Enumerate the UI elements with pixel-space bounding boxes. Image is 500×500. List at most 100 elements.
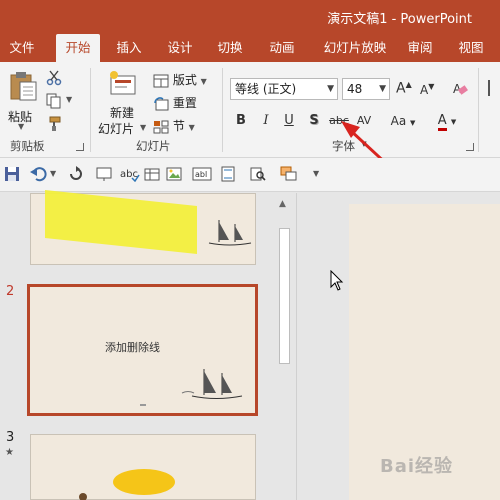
font-group-label: 字体 — [332, 139, 355, 153]
font-color-button[interactable]: A ▼ — [434, 110, 460, 132]
slide-number-2: 2 — [6, 284, 15, 299]
clipboard-launcher-icon[interactable] — [76, 143, 84, 151]
redo-icon[interactable] — [68, 166, 84, 182]
paragraph-align-icon[interactable] — [488, 80, 500, 96]
shadow-button[interactable]: S — [306, 110, 322, 132]
save-icon[interactable] — [4, 166, 20, 182]
chevron-down-icon: ▼ — [410, 119, 416, 127]
layout-label: 版式 — [172, 73, 197, 87]
chevron-down-icon: ▼ — [188, 123, 195, 132]
tab-file[interactable]: 文件 — [4, 34, 40, 62]
header-footer-icon[interactable] — [220, 166, 236, 182]
yellow-banner-image — [45, 190, 197, 254]
font-color-label: A — [437, 113, 447, 131]
slide-thumbnail-2[interactable]: 添加删除线 — [27, 284, 258, 416]
character-spacing-label: AV — [356, 114, 372, 127]
tab-review[interactable]: 审阅 — [402, 34, 438, 62]
group-divider — [478, 68, 479, 152]
change-case-label: Aa — [390, 114, 407, 128]
tab-design[interactable]: 设计 — [162, 34, 198, 62]
undo-icon[interactable] — [30, 166, 48, 182]
chevron-down-icon: ▼ — [18, 122, 25, 131]
yellow-speech-bubble — [113, 469, 175, 495]
chevron-down-icon: ▼ — [361, 140, 367, 148]
ribbon-home: 粘贴 ▼ ▼ 剪贴板 新建 幻灯片 ▼ 版式 ▼ 重置 节 ▼ 幻灯片 等线 (… — [0, 62, 500, 158]
decrease-font-size-button[interactable]: A▼ — [420, 82, 434, 97]
new-slide-label-2: 幻灯片 — [98, 122, 135, 136]
reset-icon — [154, 96, 169, 110]
group-divider — [222, 68, 223, 152]
font-name-combo[interactable]: 等线 (正文) ▼ — [230, 78, 338, 100]
spelling-icon[interactable]: abc — [120, 166, 140, 182]
strikethrough-button[interactable]: abc — [328, 110, 350, 132]
svg-text:abc: abc — [120, 169, 138, 180]
insert-table-icon[interactable] — [144, 166, 160, 182]
reset-label: 重置 — [172, 96, 197, 110]
tab-transitions[interactable]: 切换 — [212, 34, 248, 62]
find-icon[interactable] — [250, 166, 266, 182]
font-name-value: 等线 (正文) — [235, 82, 297, 96]
section-button[interactable]: 节 ▼ — [153, 116, 195, 136]
section-icon — [153, 120, 169, 133]
chevron-down-icon: ▼ — [450, 118, 457, 126]
new-slide-button[interactable]: 新建 幻灯片 ▼ — [98, 68, 150, 136]
scroll-up-icon[interactable]: ▲ — [279, 199, 286, 209]
slide-thumbnail-3[interactable] — [30, 434, 256, 500]
ink-boat-icon — [181, 369, 243, 399]
tab-view[interactable]: 视图 — [452, 34, 490, 62]
italic-button[interactable]: I — [258, 110, 274, 132]
group-divider — [90, 68, 91, 152]
ribbon-tabs: 文件 开始 插入 设计 切换 动画 幻灯片放映 审阅 视图 — [0, 34, 500, 62]
reset-button[interactable]: 重置 — [153, 93, 197, 113]
chevron-down-icon[interactable]: ▼ — [50, 169, 56, 178]
format-painter-icon[interactable] — [46, 116, 62, 132]
change-case-button[interactable]: Aa ▼ — [390, 110, 416, 132]
paste-button[interactable]: 粘贴 ▼ — [6, 68, 40, 131]
scissors-icon[interactable] — [46, 70, 62, 86]
font-size-value: 48 — [347, 82, 363, 96]
section-label: 节 — [172, 119, 185, 133]
svg-text:abl: abl — [195, 170, 207, 179]
slide-thumbnail-1[interactable] — [30, 190, 256, 265]
chevron-down-icon: ▼ — [379, 84, 386, 94]
title-bar: 演示文稿1 - PowerPoint — [0, 0, 500, 34]
animation-star-icon: ★ — [5, 447, 14, 458]
slide-2-text: 添加删除线 — [105, 341, 160, 354]
chevron-down-icon: ▼ — [140, 123, 147, 132]
insert-picture-icon[interactable] — [166, 166, 182, 182]
font-launcher-icon[interactable] — [466, 143, 474, 151]
clipboard-group-label: 剪贴板 — [10, 139, 45, 153]
window-title: 演示文稿1 - PowerPoint — [327, 12, 472, 27]
customize-toolbar-icon[interactable]: ▼ — [313, 169, 319, 178]
underline-button[interactable]: U — [281, 110, 297, 132]
slide-footer-mark — [140, 404, 146, 406]
tab-slideshow[interactable]: 幻灯片放映 — [316, 34, 394, 62]
quick-access-toolbar: ▼ abc abl ▼ — [0, 158, 500, 192]
start-slideshow-icon[interactable] — [96, 166, 112, 182]
new-slide-icon — [110, 71, 136, 95]
chevron-down-icon: ▼ — [327, 84, 334, 94]
new-slide-label-1: 新建 — [110, 106, 135, 120]
ink-boat-icon — [208, 220, 252, 246]
bold-button[interactable]: B — [233, 110, 249, 132]
tab-home[interactable]: 开始 — [56, 34, 100, 62]
slides-group-label: 幻灯片 — [136, 139, 171, 153]
scrollbar-thumb[interactable] — [279, 228, 290, 364]
text-box-icon[interactable]: abl — [192, 166, 212, 182]
copy-button[interactable]: ▼ — [46, 93, 76, 111]
layout-button[interactable]: 版式 ▼ — [153, 70, 207, 90]
font-size-combo[interactable]: 48 ▼ — [342, 78, 390, 100]
mouse-cursor-icon — [330, 270, 344, 291]
clear-formatting-icon[interactable]: A — [452, 81, 468, 97]
layout-icon — [153, 74, 169, 87]
chevron-down-icon: ▼ — [200, 77, 207, 86]
increase-font-size-button[interactable]: A▲ — [396, 80, 412, 97]
cartoon-figure-image — [79, 493, 87, 500]
copy-icon — [46, 93, 61, 109]
arrange-icon[interactable] — [280, 166, 298, 182]
tab-animations[interactable]: 动画 — [264, 34, 300, 62]
clipboard-icon — [10, 72, 37, 101]
watermark-logo: Bai经验 — [380, 456, 454, 477]
tab-insert[interactable]: 插入 — [110, 34, 148, 62]
character-spacing-button[interactable]: AV ▼ — [354, 110, 374, 148]
